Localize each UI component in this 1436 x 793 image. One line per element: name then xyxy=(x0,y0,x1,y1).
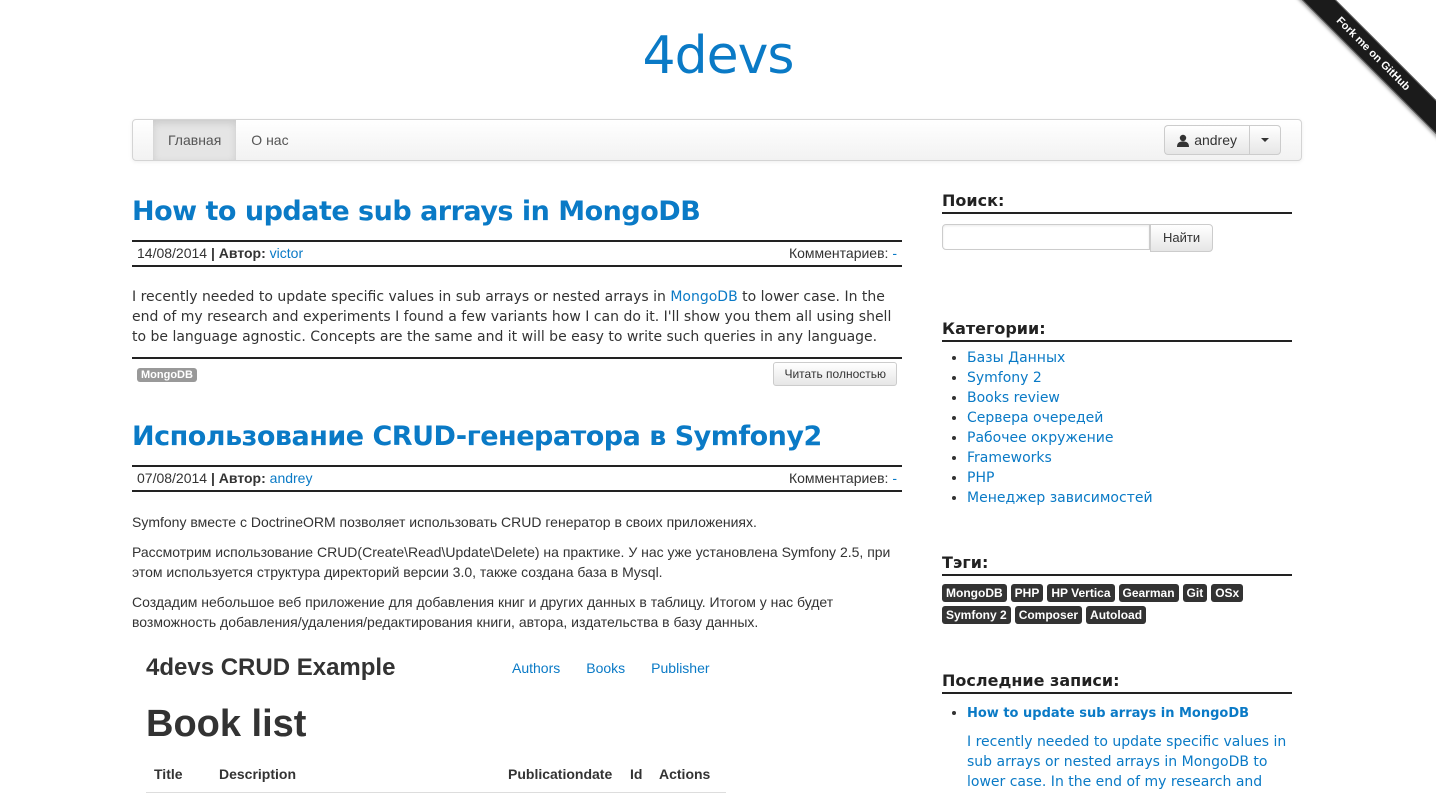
tag-link[interactable]: HP Vertica xyxy=(1047,584,1115,602)
tag-link[interactable]: PHP xyxy=(1010,584,1044,602)
tag-cloud: MongoDB PHP HP Vertica Gearman Git OSx S… xyxy=(942,584,1292,624)
list-item: Базы Данных xyxy=(967,348,1292,368)
comments-label: Комментариев: xyxy=(788,470,889,486)
comments-link[interactable]: - xyxy=(892,470,897,486)
list-item: How to update sub arrays in MongoDB I re… xyxy=(967,702,1292,792)
embed-link-authors: Authors xyxy=(512,660,561,676)
tag-link[interactable]: Symfony 2 xyxy=(942,606,1011,624)
tag-link[interactable]: MongoDB xyxy=(942,584,1007,602)
post-title-link[interactable]: How to update sub arrays in MongoDB xyxy=(132,188,902,236)
paragraph: Создадим небольшое веб приложение для до… xyxy=(132,594,834,630)
post: Использование CRUD-генератора в Symfony2… xyxy=(132,413,902,793)
mongodb-link[interactable]: MongoDB xyxy=(670,289,737,305)
sidebar: Поиск: Найти Категории: Базы Данных Symf… xyxy=(942,190,1292,792)
tag-link[interactable]: Autoload xyxy=(1086,606,1147,624)
user-dropdown-toggle[interactable] xyxy=(1249,125,1281,155)
user-button[interactable]: andrey xyxy=(1164,125,1249,155)
user-icon xyxy=(1177,134,1190,147)
search-input[interactable] xyxy=(942,224,1150,250)
category-link[interactable]: PHP xyxy=(967,470,994,486)
search-form: Найти xyxy=(942,224,1292,252)
nav-item-home[interactable]: Главная xyxy=(153,120,237,160)
user-menu: andrey xyxy=(1164,125,1281,155)
post-excerpt: I recently needed to update specific val… xyxy=(132,287,902,347)
post-date-author: 07/08/2014 | Автор: andrey xyxy=(137,470,313,486)
search-button[interactable]: Найти xyxy=(1150,224,1214,252)
categories-widget: Категории: Базы Данных Symfony 2 Books r… xyxy=(942,318,1292,508)
author-link[interactable]: victor xyxy=(270,245,303,261)
tag-link[interactable]: Git xyxy=(1182,584,1208,602)
github-ribbon-label[interactable]: Fork me on GitHub xyxy=(1286,0,1436,144)
category-link[interactable]: Рабочее окружение xyxy=(967,430,1113,446)
post-tag[interactable]: MongoDB xyxy=(137,368,197,382)
paragraph: Symfony вместе с DoctrineORM позволяет и… xyxy=(132,514,757,530)
category-link[interactable]: Books review xyxy=(967,390,1060,406)
main-content: How to update sub arrays in MongoDB 14/0… xyxy=(132,188,902,793)
read-more-button[interactable]: Читать полностью xyxy=(773,362,897,386)
category-link[interactable]: Базы Данных xyxy=(967,350,1065,366)
post-meta: 07/08/2014 | Автор: andrey Комментариев:… xyxy=(132,465,902,492)
user-name: andrey xyxy=(1194,132,1237,148)
category-link[interactable]: Symfony 2 xyxy=(967,370,1042,386)
post-date: 07/08/2014 xyxy=(137,470,208,486)
embedded-screenshot: 4devs CRUD Example Authors Books Publish… xyxy=(146,646,726,793)
excerpt-text: I recently needed to update specific val… xyxy=(132,289,671,305)
tag-link[interactable]: Gearman xyxy=(1118,584,1179,602)
post-footer: MongoDB Читать полностью xyxy=(132,357,902,389)
github-ribbon[interactable]: Fork me on GitHub xyxy=(1286,0,1436,150)
embed-table-header: Title Description Publicationdate Id Act… xyxy=(146,762,726,793)
tag-link[interactable]: Composer xyxy=(1014,606,1083,624)
category-link[interactable]: Сервера очередей xyxy=(967,410,1103,426)
site-title[interactable]: 4devs xyxy=(0,24,1436,88)
recent-post-link[interactable]: How to update sub arrays in MongoDB xyxy=(967,702,1292,726)
categories-title: Категории: xyxy=(942,318,1292,342)
post: How to update sub arrays in MongoDB 14/0… xyxy=(132,188,902,389)
navbar: Главная О нас andrey xyxy=(132,119,1302,161)
list-item: Рабочее окружение xyxy=(967,428,1292,448)
embed-heading: Book list xyxy=(146,703,307,745)
list-item: Frameworks xyxy=(967,448,1292,468)
embed-brand: 4devs CRUD Example xyxy=(146,654,396,681)
list-item: Symfony 2 xyxy=(967,368,1292,388)
list-item: PHP xyxy=(967,468,1292,488)
post-comments: Комментариев: - xyxy=(789,467,897,490)
search-title: Поиск: xyxy=(942,190,1292,214)
tags-title: Тэги: xyxy=(942,552,1292,576)
post-comments: Комментариев: - xyxy=(789,242,897,265)
list-item: Books review xyxy=(967,388,1292,408)
category-link[interactable]: Менеджер зависимостей xyxy=(967,490,1153,506)
category-link[interactable]: Frameworks xyxy=(967,450,1052,466)
search-widget: Поиск: Найти xyxy=(942,190,1292,252)
recent-posts-widget: Последние записи: How to update sub arra… xyxy=(942,670,1292,792)
embed-link-books: Books xyxy=(586,660,626,676)
list-item: Менеджер зависимостей xyxy=(967,488,1292,508)
paragraph: Рассмотрим использование CRUD(Create\Rea… xyxy=(132,544,891,580)
author-label: Автор: xyxy=(218,245,266,261)
post-date: 14/08/2014 xyxy=(137,245,208,261)
category-list: Базы Данных Symfony 2 Books review Серве… xyxy=(942,348,1292,508)
list-item: Сервера очередей xyxy=(967,408,1292,428)
tags-widget: Тэги: MongoDB PHP HP Vertica Gearman Git… xyxy=(942,552,1292,624)
post-body: Symfony вместе с DoctrineORM позволяет и… xyxy=(132,512,902,632)
author-label: Автор: xyxy=(218,470,266,486)
recent-list: How to update sub arrays in MongoDB I re… xyxy=(942,702,1292,792)
embed-link-publisher: Publisher xyxy=(651,660,710,676)
tag-link[interactable]: OSx xyxy=(1211,584,1244,602)
author-link[interactable]: andrey xyxy=(270,470,313,486)
nav-item-about[interactable]: О нас xyxy=(236,120,303,160)
recent-title: Последние записи: xyxy=(942,670,1292,694)
comments-label: Комментариев: xyxy=(788,245,889,261)
post-title-link[interactable]: Использование CRUD-генератора в Symfony2 xyxy=(132,413,902,461)
embed-navbar: 4devs CRUD Example Authors Books Publish… xyxy=(146,646,726,690)
comments-link[interactable]: - xyxy=(892,245,897,261)
recent-post-excerpt[interactable]: I recently needed to update specific val… xyxy=(967,732,1292,792)
embed-links: Authors Books Publisher xyxy=(512,660,710,676)
post-meta: 14/08/2014 | Автор: victor Комментариев:… xyxy=(132,240,902,267)
nav-menu: Главная О нас xyxy=(153,120,304,160)
post-date-author: 14/08/2014 | Автор: victor xyxy=(137,245,304,261)
